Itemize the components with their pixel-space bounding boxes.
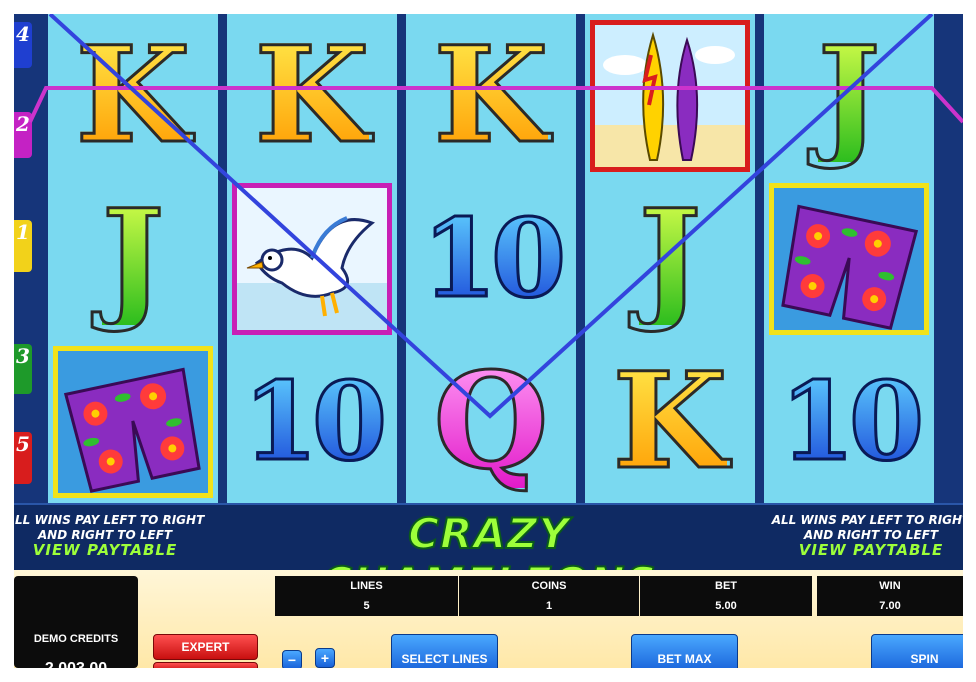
view-paytable-link[interactable]: VIEW PAYTABLE xyxy=(14,543,220,558)
lines-minus-button[interactable]: − xyxy=(282,650,302,668)
side-note-line: ALL WINS PAY LEFT TO RIGHT xyxy=(14,513,205,527)
bet-max-button[interactable]: BET MAX xyxy=(631,634,738,668)
bet-display: BET 5.00 xyxy=(640,576,812,616)
autoplay-button[interactable] xyxy=(153,662,258,668)
control-bar: DEMO CREDITS 2,003.00 LINES 5 COINS 1 BE… xyxy=(14,570,963,668)
coins-display: COINS 1 xyxy=(459,576,639,616)
side-note-line: ALL WINS PAY LEFT TO RIGHT xyxy=(771,513,963,527)
slot-machine: 4 2 1 3 5 K J K 10 K 10 Q J K J 10 ALL W… xyxy=(14,14,963,668)
payline-blue xyxy=(48,14,934,419)
left-paytable-note[interactable]: ALL WINS PAY LEFT TO RIGHT AND RIGHT TO … xyxy=(14,513,220,558)
lines-display: LINES 5 xyxy=(275,576,458,616)
win-value: 7.00 xyxy=(879,600,901,612)
bet-label: BET xyxy=(715,580,737,592)
view-paytable-link[interactable]: VIEW PAYTABLE xyxy=(756,543,963,558)
credits-value: 2,003.00 xyxy=(14,660,138,668)
payline-pink xyxy=(28,86,963,124)
paylines-overlay xyxy=(28,14,963,419)
credits-display: DEMO CREDITS 2,003.00 xyxy=(14,576,138,668)
spin-button[interactable]: SPIN xyxy=(871,634,963,668)
credits-label: DEMO CREDITS xyxy=(33,633,119,645)
select-lines-button[interactable]: SELECT LINES xyxy=(391,634,498,668)
lines-value: 5 xyxy=(363,600,370,612)
lines-plus-button[interactable]: + xyxy=(315,648,335,668)
lines-label: LINES xyxy=(350,580,383,592)
expert-button[interactable]: EXPERT xyxy=(153,634,258,660)
win-display: WIN 7.00 xyxy=(817,576,963,616)
bet-value: 5.00 xyxy=(715,600,737,612)
coins-value: 1 xyxy=(545,600,553,612)
right-paytable-note[interactable]: ALL WINS PAY LEFT TO RIGHT AND RIGHT TO … xyxy=(756,513,963,558)
game-banner: ALL WINS PAY LEFT TO RIGHT AND RIGHT TO … xyxy=(14,503,963,608)
win-label: WIN xyxy=(879,580,901,592)
coins-label: COINS xyxy=(531,580,567,592)
